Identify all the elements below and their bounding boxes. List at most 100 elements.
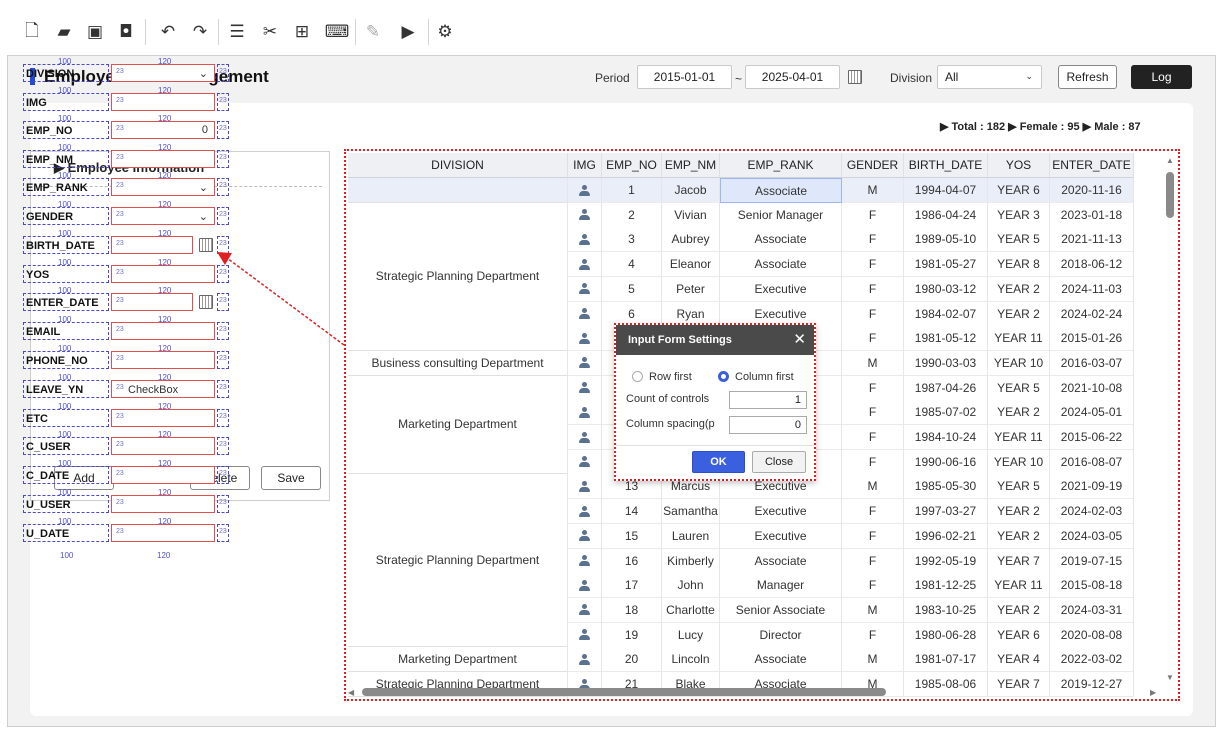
scroll-left-icon[interactable]: ◀ [348, 688, 354, 697]
cell-emp-no[interactable]: 4 [602, 252, 662, 278]
cell-gender[interactable]: F [842, 227, 904, 253]
cell-emp-rank[interactable]: Executive [720, 276, 842, 302]
cell-emp-rank[interactable]: Associate [720, 227, 842, 253]
cell-enter-date[interactable]: 2016-08-07 [1050, 449, 1134, 475]
row-image-cell[interactable] [568, 548, 602, 574]
cell-gender[interactable]: M [842, 350, 904, 376]
cell-emp-rank[interactable]: Associate [720, 647, 842, 673]
cell-gender[interactable]: F [842, 548, 904, 574]
cell-birth-date[interactable]: 1981-05-27 [904, 252, 988, 278]
cell-enter-date[interactable]: 2021-11-13 [1050, 227, 1134, 253]
cell-gender[interactable]: F [842, 326, 904, 352]
cell-yos[interactable]: YEAR 10 [988, 449, 1050, 475]
cell-enter-date[interactable]: 2023-01-18 [1050, 202, 1134, 228]
cell-birth-date[interactable]: 1980-03-12 [904, 276, 988, 302]
cell-emp-nm[interactable]: John [662, 573, 720, 599]
column-header-emp-nm[interactable]: EMP_NM [662, 153, 720, 178]
cell-birth-date[interactable]: 1990-06-16 [904, 449, 988, 475]
row-image-cell[interactable] [568, 647, 602, 673]
cell-emp-nm[interactable]: Lauren [662, 523, 720, 549]
cell-birth-date[interactable]: 1986-04-24 [904, 202, 988, 228]
cell-yos[interactable]: YEAR 2 [988, 400, 1050, 426]
cell-emp-rank[interactable]: Executive [720, 499, 842, 525]
cell-gender[interactable]: F [842, 523, 904, 549]
cell-gender[interactable]: F [842, 375, 904, 401]
cell-gender[interactable]: F [842, 573, 904, 599]
cell-emp-rank[interactable]: Associate [720, 548, 842, 574]
cell-birth-date[interactable]: 1990-03-03 [904, 350, 988, 376]
cell-enter-date[interactable]: 2015-06-22 [1050, 425, 1134, 450]
cell-birth-date[interactable]: 1985-08-06 [904, 672, 988, 697]
division-cell[interactable]: Marketing Department [348, 696, 568, 699]
cell-emp-nm[interactable]: Vivian [662, 202, 720, 228]
column-header-emp-rank[interactable]: EMP_RANK [720, 153, 842, 178]
row-image-cell[interactable] [568, 573, 602, 599]
ok-button[interactable]: OK [692, 451, 745, 473]
cell-enter-date[interactable]: 2024-11-03 [1050, 276, 1134, 302]
cell-emp-no[interactable]: 2 [602, 202, 662, 228]
cell-yos[interactable]: YEAR 7 [988, 548, 1050, 574]
division-cell[interactable]: Strategic Planning Department [348, 202, 568, 351]
row-image-cell[interactable] [568, 597, 602, 623]
cell-gender[interactable]: F [842, 301, 904, 327]
cell-emp-no[interactable]: 5 [602, 276, 662, 302]
cell-birth-date[interactable]: 1981-05-12 [904, 326, 988, 352]
cell-emp-nm[interactable]: Eleanor [662, 252, 720, 278]
cell-emp-rank[interactable]: Associate [720, 252, 842, 278]
cell-birth-date[interactable]: 1984-10-24 [904, 425, 988, 450]
division-cell[interactable]: Marketing Department [348, 647, 568, 672]
cell-yos[interactable]: YEAR 11 [988, 425, 1050, 450]
cell-birth-date[interactable]: 1994-04-07 [904, 178, 988, 203]
cell-yos[interactable]: YEAR 5 [988, 227, 1050, 253]
cell-yos[interactable]: YEAR 5 [988, 474, 1050, 500]
cell-emp-nm[interactable]: Jacob [662, 178, 720, 203]
cell-emp-nm[interactable]: Peter [662, 276, 720, 302]
cell-birth-date[interactable]: 1997-03-27 [904, 499, 988, 525]
row-image-cell[interactable] [568, 178, 602, 203]
row-image-cell[interactable] [568, 523, 602, 549]
cell-enter-date[interactable]: 2018-06-12 [1050, 252, 1134, 278]
cell-emp-no[interactable]: 20 [602, 647, 662, 673]
cell-emp-rank[interactable]: Manager [720, 573, 842, 599]
cell-gender[interactable]: F [842, 252, 904, 278]
column-header-emp-no[interactable]: EMP_NO [602, 153, 662, 178]
cell-emp-nm[interactable]: Aubrey [662, 227, 720, 253]
cell-emp-no[interactable]: 18 [602, 597, 662, 623]
cell-emp-no[interactable]: 19 [602, 622, 662, 648]
cell-yos[interactable]: YEAR 10 [988, 350, 1050, 376]
cell-emp-no[interactable]: 15 [602, 523, 662, 549]
cell-birth-date[interactable]: 1985-07-02 [904, 400, 988, 426]
cell-yos[interactable]: YEAR 5 [988, 375, 1050, 401]
vertical-scrollbar[interactable] [1166, 172, 1174, 218]
column-spacing-input[interactable]: 0 [729, 416, 807, 434]
cell-emp-nm[interactable]: Lincoln [662, 647, 720, 673]
horizontal-scrollbar[interactable] [362, 688, 886, 696]
cell-emp-rank[interactable]: Senior Manager [720, 202, 842, 228]
column-header-gender[interactable]: GENDER [842, 153, 904, 178]
cell-emp-rank[interactable]: Senior Associate [720, 597, 842, 623]
column-first-radio[interactable] [718, 371, 729, 382]
cell-enter-date[interactable]: 2016-03-07 [1050, 350, 1134, 376]
row-image-cell[interactable] [568, 326, 602, 352]
division-cell[interactable]: Strategic Planning Department [348, 474, 568, 648]
cell-birth-date[interactable]: 1992-05-19 [904, 548, 988, 574]
cell-yos[interactable]: YEAR 3 [988, 202, 1050, 228]
cell-yos[interactable]: YEAR 11 [988, 573, 1050, 599]
cell-yos[interactable]: YEAR 8 [988, 252, 1050, 278]
cell-enter-date[interactable]: 2024-02-24 [1050, 301, 1134, 327]
row-image-cell[interactable] [568, 499, 602, 525]
cell-yos[interactable]: YEAR 11 [988, 326, 1050, 352]
cell-birth-date[interactable]: 1980-06-28 [904, 622, 988, 648]
cell-gender[interactable]: M [842, 474, 904, 500]
cell-emp-rank[interactable]: Associate [720, 178, 842, 203]
row-image-cell[interactable] [568, 252, 602, 278]
cell-enter-date[interactable]: 2024-03-31 [1050, 597, 1134, 623]
row-image-cell[interactable] [568, 276, 602, 302]
cell-emp-nm[interactable]: Samantha [662, 499, 720, 525]
cell-gender[interactable]: F [842, 499, 904, 525]
cell-yos[interactable]: YEAR 2 [988, 597, 1050, 623]
cell-gender[interactable]: M [842, 178, 904, 203]
cell-emp-rank[interactable]: Executive [720, 523, 842, 549]
cell-emp-no[interactable]: 3 [602, 227, 662, 253]
cell-emp-nm[interactable]: Charlotte [662, 597, 720, 623]
